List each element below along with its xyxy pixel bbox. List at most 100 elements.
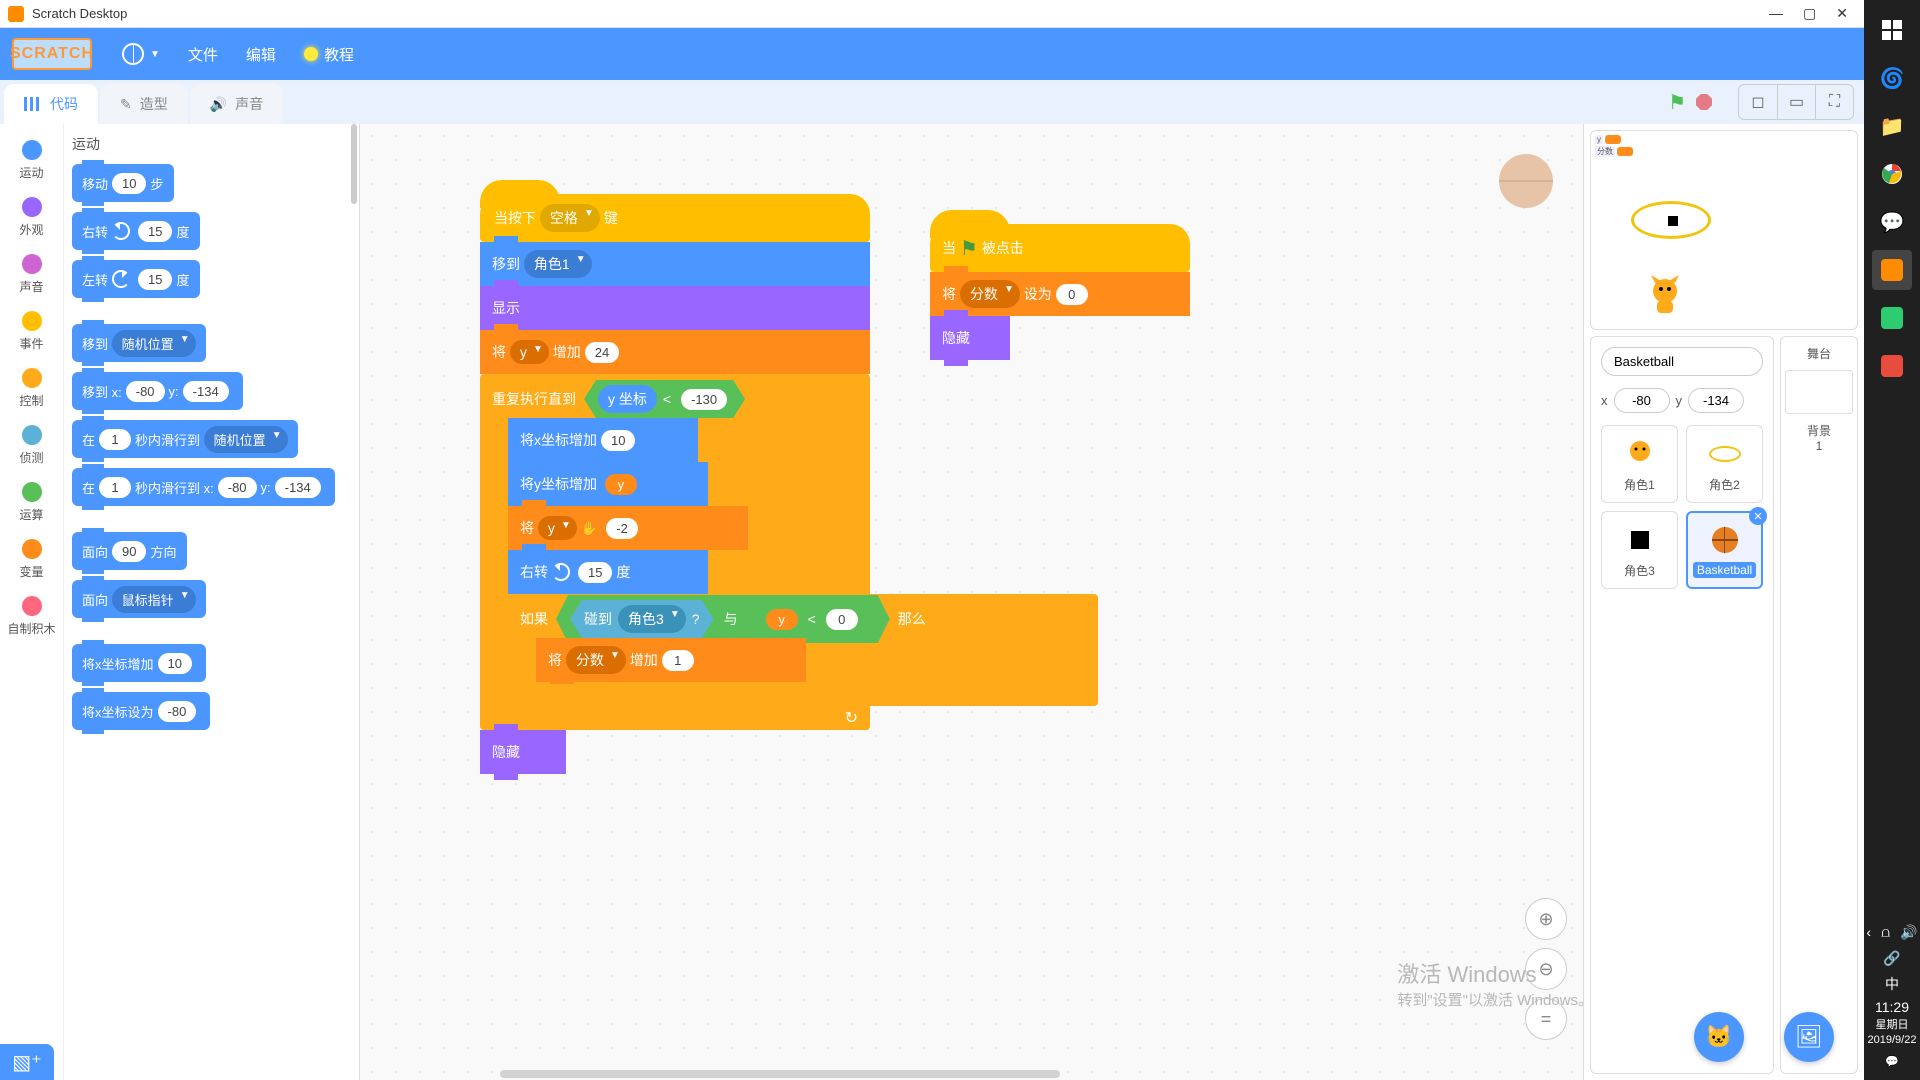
block-hide-2[interactable]: 隐藏 <box>930 316 1010 360</box>
tab-sounds[interactable]: 🔊 声音 <box>190 84 283 124</box>
block-show[interactable]: 显示 <box>480 286 870 330</box>
green-flag-button[interactable]: ⚑ <box>1668 90 1686 115</box>
block-turn-cw-script[interactable]: 右转15度 <box>508 550 708 594</box>
category-myblocks[interactable]: 自制积木 <box>0 588 63 645</box>
dot-icon <box>22 311 42 331</box>
block-point-dir[interactable]: 面向90方向 <box>72 532 187 570</box>
block-goto[interactable]: 移到 随机位置 <box>72 324 206 362</box>
variable-reporter-y[interactable]: y <box>605 474 637 495</box>
block-point-to[interactable]: 面向 鼠标指针 <box>72 580 206 618</box>
taskbar-scratch[interactable] <box>1872 250 1912 290</box>
close-button[interactable]: ✕ <box>1836 5 1848 22</box>
taskbar-app-red[interactable] <box>1872 346 1912 386</box>
zoom-in-button[interactable]: ⊕ <box>1525 898 1567 940</box>
reporter-y-position[interactable]: y 坐标 <box>598 385 657 413</box>
rotate-cw-icon <box>112 222 130 240</box>
block-palette[interactable]: 运动 移动10步 右转15度 左转15度 移到 随机位置 移到 x:-80y:-… <box>64 124 359 1080</box>
block-set-score[interactable]: 将 分数 设为0 <box>930 272 1190 316</box>
notification-icon[interactable]: 💬 <box>1866 1055 1917 1070</box>
sprite-x-input[interactable] <box>1614 388 1670 413</box>
block-turn-ccw[interactable]: 左转15度 <box>72 260 200 298</box>
menu-bar: SCRATCH ▼ 文件 编辑 教程 <box>0 28 1864 80</box>
stage-selector[interactable]: 舞台 背景 1 <box>1780 336 1858 1074</box>
block-goto-sprite[interactable]: 移到 角色1 <box>480 242 870 286</box>
add-sprite-button[interactable]: 🐱 <box>1694 1012 1744 1062</box>
maximize-button[interactable]: ▢ <box>1803 5 1816 22</box>
taskbar-explorer[interactable]: 📁 <box>1872 106 1912 146</box>
edit-menu[interactable]: 编辑 <box>232 44 290 65</box>
block-glide-to[interactable]: 在1秒内滑行到 随机位置 <box>72 420 298 458</box>
taskbar-chrome[interactable] <box>1872 154 1912 194</box>
block-move-steps[interactable]: 移动10步 <box>72 164 174 202</box>
block-set-x[interactable]: 将x坐标设为-80 <box>72 692 210 730</box>
category-looks[interactable]: 外观 <box>0 189 63 246</box>
tray-time[interactable]: 11:29 <box>1866 998 1917 1018</box>
wifi-icon[interactable]: ⩍ <box>1881 923 1890 943</box>
stage-hoop-sprite <box>1631 201 1711 239</box>
add-backdrop-button[interactable]: 🖼 <box>1784 1012 1834 1062</box>
stage-large-button[interactable]: ▭ <box>1777 85 1815 119</box>
delete-sprite-button[interactable]: ✕ <box>1749 507 1767 525</box>
category-motion[interactable]: 运动 <box>0 132 63 189</box>
palette-scrollbar[interactable] <box>351 124 357 204</box>
block-change-score[interactable]: 将 分数 增加1 <box>536 638 806 682</box>
stop-button[interactable] <box>1696 94 1712 110</box>
stage-thumbnail[interactable] <box>1785 370 1853 414</box>
tray-link-icon[interactable]: 🔗 <box>1883 949 1900 969</box>
tutorials-menu[interactable]: 教程 <box>290 44 368 65</box>
script-workspace[interactable]: 当按下 空格 键 移到 角色1 显示 将 y 增加24 重复执行直到 y 坐标 … <box>360 124 1584 1080</box>
workspace-scrollbar-h[interactable] <box>500 1070 1060 1078</box>
sensing-touching[interactable]: 碰到 角色3 ? <box>570 600 714 638</box>
tab-costumes[interactable]: ✎ 造型 <box>100 84 188 124</box>
block-when-flag-clicked[interactable]: 当 ⚑ 被点击 <box>930 224 1190 272</box>
block-change-var-y[interactable]: 将 y 增加24 <box>480 330 870 374</box>
globe-icon <box>122 43 144 65</box>
sprite-tile-3[interactable]: 角色3 <box>1601 511 1678 589</box>
block-goto-xy[interactable]: 移到 x:-80y:-134 <box>72 372 243 410</box>
operator-lt[interactable]: y 坐标 < -130 <box>584 380 745 418</box>
stage-full-button[interactable]: ⛶ <box>1815 85 1853 119</box>
sprite-y-input[interactable] <box>1688 388 1744 413</box>
taskbar-wechat[interactable]: 💬 <box>1872 202 1912 242</box>
category-control[interactable]: 控制 <box>0 360 63 417</box>
sprite-tile-1[interactable]: 角色1 <box>1601 425 1678 503</box>
stage-small-button[interactable]: ◻ <box>1739 85 1777 119</box>
sprite-tile-basketball[interactable]: ✕ Basketball <box>1686 511 1763 589</box>
block-when-key-pressed[interactable]: 当按下 空格 键 <box>480 194 870 242</box>
category-sensing[interactable]: 侦测 <box>0 417 63 474</box>
taskbar-app-green[interactable] <box>1872 298 1912 338</box>
category-events[interactable]: 事件 <box>0 303 63 360</box>
tray-expand-icon[interactable]: ‹ <box>1866 923 1871 943</box>
operator-lt-2[interactable]: y < 0 <box>748 604 876 635</box>
backdrop-label: 背景 <box>1785 422 1853 439</box>
ime-indicator[interactable]: 中 <box>1866 975 1917 995</box>
sprite-name-input[interactable] <box>1601 347 1763 376</box>
volume-icon[interactable]: 🔊 <box>1900 923 1917 943</box>
extensions-button[interactable]: ▧⁺ <box>0 1044 54 1080</box>
variable-reporter-y[interactable]: y <box>766 609 798 630</box>
block-hide[interactable]: 隐藏 <box>480 730 566 774</box>
block-glide-xy[interactable]: 在1秒内滑行到 x:-80y:-134 <box>72 468 335 506</box>
stage-preview[interactable]: y 分数 <box>1590 130 1858 330</box>
category-operators[interactable]: 运算 <box>0 474 63 531</box>
minimize-button[interactable]: — <box>1769 5 1783 22</box>
language-menu[interactable]: ▼ <box>108 43 174 65</box>
category-sound[interactable]: 声音 <box>0 246 63 303</box>
block-repeat-until[interactable]: 重复执行直到 y 坐标 < -130 将x坐标增加10 将y坐标增加 y <box>480 374 870 730</box>
script-stack-2[interactable]: 当 ⚑ 被点击 将 分数 设为0 隐藏 <box>930 224 1190 360</box>
zoom-reset-button[interactable]: = <box>1525 998 1567 1040</box>
sprite-tile-2[interactable]: 角色2 <box>1686 425 1763 503</box>
taskbar-app-1[interactable]: 🌀 <box>1872 58 1912 98</box>
dot-icon <box>22 425 42 445</box>
scratch-logo[interactable]: SCRATCH <box>12 38 92 70</box>
operator-and[interactable]: 碰到 角色3 ? 与 y < 0 <box>556 595 890 643</box>
file-menu[interactable]: 文件 <box>174 44 232 65</box>
start-button[interactable] <box>1872 10 1912 50</box>
zoom-out-button[interactable]: ⊖ <box>1525 948 1567 990</box>
tab-code[interactable]: 代码 <box>4 84 98 124</box>
block-if[interactable]: 如果 碰到 角色3 ? 与 y <box>508 594 1098 706</box>
block-turn-cw[interactable]: 右转15度 <box>72 212 200 250</box>
script-stack-1[interactable]: 当按下 空格 键 移到 角色1 显示 将 y 增加24 重复执行直到 y 坐标 … <box>480 194 870 774</box>
category-variables[interactable]: 变量 <box>0 531 63 588</box>
block-change-x[interactable]: 将x坐标增加10 <box>72 644 206 682</box>
